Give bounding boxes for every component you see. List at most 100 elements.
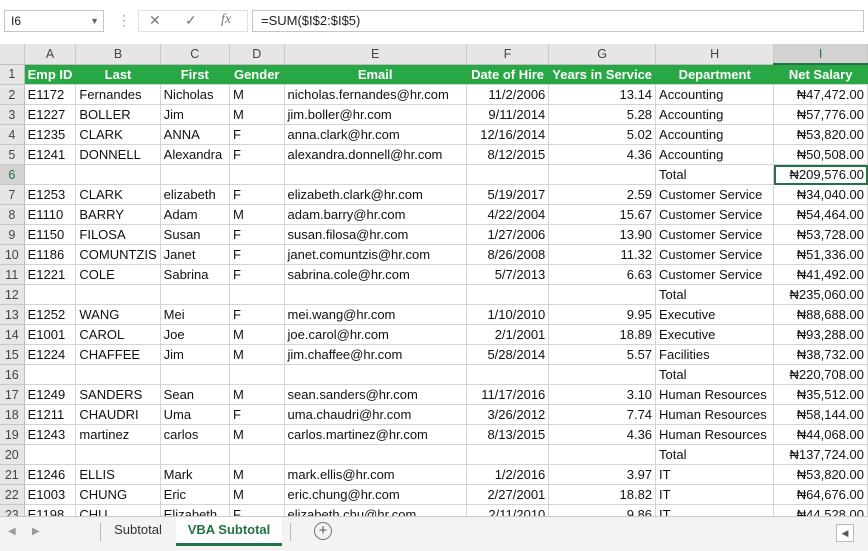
cell-a[interactable]: E1249 [24,384,77,405]
cell-e[interactable]: joe.carol@hr.com [284,324,467,345]
column-header-b[interactable]: B [75,44,161,65]
cell-f[interactable]: 1/27/2006 [466,224,550,245]
cell-c[interactable]: Jim [160,344,230,365]
cell-f[interactable]: 8/12/2015 [466,144,550,165]
cell-e[interactable]: eric.chung@hr.com [284,484,467,505]
row-header[interactable]: 22 [0,484,25,505]
cell-e[interactable] [284,364,467,385]
cell-i[interactable]: ₦137,724.00 [773,444,868,465]
cell-e[interactable] [284,284,467,305]
cell-g[interactable] [548,444,657,465]
cell-i[interactable]: ₦41,492.00 [773,264,868,285]
cell-g[interactable]: 4.36 [548,424,657,445]
cell-b[interactable]: CLARK [75,124,161,145]
cell-d[interactable]: F [229,244,285,265]
cell-d[interactable]: F [229,144,285,165]
cancel-icon[interactable]: ✕ [149,12,161,29]
cell-e[interactable] [284,444,467,465]
cell-b[interactable]: CLARK [75,184,161,205]
tab-vba-subtotal[interactable]: VBA Subtotal [176,517,282,546]
header-cell[interactable]: First [160,64,230,85]
cell-i[interactable]: ₦209,576.00 [773,164,868,185]
row-header[interactable]: 2 [0,84,25,105]
cell-h[interactable]: Executive [655,324,775,345]
cell-h[interactable]: Facilities [655,344,775,365]
cell-a[interactable]: E1003 [24,484,77,505]
cell-e[interactable]: uma.chaudri@hr.com [284,404,467,425]
cell-f[interactable]: 2/1/2001 [466,324,550,345]
cell-h[interactable]: Accounting [655,84,775,105]
cell-h[interactable]: Executive [655,304,775,325]
cell-h[interactable]: Human Resources [655,424,775,445]
cell-b[interactable] [75,164,161,185]
cell-d[interactable] [229,364,285,385]
cell-i[interactable]: ₦34,040.00 [773,184,868,205]
add-sheet-icon[interactable]: + [314,522,332,540]
cell-g[interactable]: 4.36 [548,144,657,165]
cell-c[interactable]: ANNA [160,124,230,145]
cell-g[interactable]: 5.57 [548,344,657,365]
cell-d[interactable]: F [229,224,285,245]
chevron-down-icon[interactable]: ▼ [90,11,99,31]
column-header-g[interactable]: G [548,44,657,65]
cell-f[interactable]: 5/19/2017 [466,184,550,205]
cell-i[interactable]: ₦44,068.00 [773,424,868,445]
header-cell[interactable]: Email [284,64,467,85]
cell-b[interactable]: ELLIS [75,464,161,485]
cell-c[interactable] [160,164,230,185]
cell-e[interactable]: elizabeth.clark@hr.com [284,184,467,205]
row-header[interactable]: 15 [0,344,25,365]
cell-i[interactable]: ₦88,688.00 [773,304,868,325]
cell-b[interactable]: Fernandes [75,84,161,105]
cell-d[interactable]: M [229,84,285,105]
cell-i[interactable]: ₦53,820.00 [773,464,868,485]
row-header[interactable]: 7 [0,184,25,205]
cell-i[interactable]: ₦235,060.00 [773,284,868,305]
cell-d[interactable]: M [229,384,285,405]
cell-f[interactable] [466,364,550,385]
cell-c[interactable] [160,364,230,385]
cell-f[interactable]: 5/7/2013 [466,264,550,285]
cell-b[interactable]: BARRY [75,204,161,225]
cell-g[interactable]: 9.95 [548,304,657,325]
cell-d[interactable]: F [229,264,285,285]
row-header[interactable]: 13 [0,304,25,325]
cell-h[interactable]: Customer Service [655,244,775,265]
cell-f[interactable] [466,444,550,465]
cell-f[interactable]: 3/26/2012 [466,404,550,425]
cell-h[interactable]: Total [655,364,775,385]
cell-h[interactable]: Customer Service [655,184,775,205]
cell-b[interactable]: CAROL [75,324,161,345]
cell-b[interactable]: WANG [75,304,161,325]
cell-c[interactable]: Janet [160,244,230,265]
cell-g[interactable]: 11.32 [548,244,657,265]
cell-b[interactable]: CHAUDRI [75,404,161,425]
cell-c[interactable]: Adam [160,204,230,225]
cell-h[interactable]: Total [655,284,775,305]
cell-f[interactable]: 2/27/2001 [466,484,550,505]
tab-subtotal[interactable]: Subtotal [104,517,172,543]
column-header-a[interactable]: A [24,44,77,65]
cell-g[interactable] [548,164,657,185]
cell-a[interactable]: E1253 [24,184,77,205]
cell-d[interactable]: M [229,324,285,345]
cell-d[interactable]: M [229,424,285,445]
cell-c[interactable]: Sean [160,384,230,405]
cell-g[interactable] [548,364,657,385]
column-header-d[interactable]: D [229,44,285,65]
cell-f[interactable]: 1/2/2016 [466,464,550,485]
cell-d[interactable]: F [229,184,285,205]
cell-h[interactable]: IT [655,484,775,505]
cell-g[interactable]: 13.14 [548,84,657,105]
more-icon[interactable]: ⋮ [117,12,131,29]
cell-g[interactable]: 18.82 [548,484,657,505]
cell-g[interactable]: 5.02 [548,124,657,145]
cell-g[interactable]: 15.67 [548,204,657,225]
cell-a[interactable] [24,444,77,465]
cell-c[interactable]: Joe [160,324,230,345]
cell-f[interactable] [466,164,550,185]
row-header[interactable]: 21 [0,464,25,485]
cell-b[interactable]: DONNELL [75,144,161,165]
cell-h[interactable]: Human Resources [655,404,775,425]
row-header[interactable]: 10 [0,244,25,265]
